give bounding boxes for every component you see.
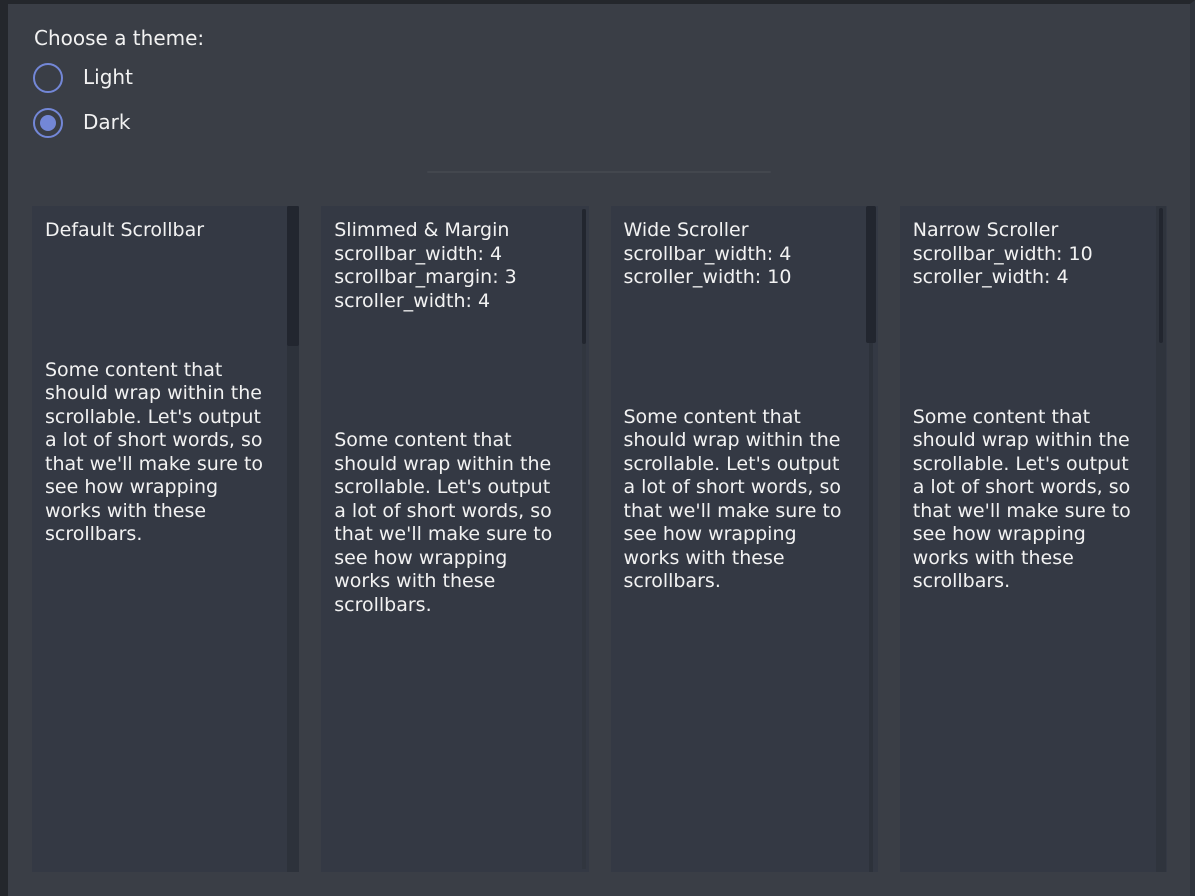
radio-label-light: Light [83, 66, 133, 90]
panel-title: Narrow Scroller [913, 219, 1141, 243]
panel-content: Some content that should wrap within the… [913, 406, 1141, 594]
theme-chooser-label: Choose a theme: [34, 26, 1190, 50]
radio-option-dark[interactable]: Dark [33, 108, 1190, 138]
radio-label-dark: Dark [83, 111, 130, 135]
panel-content: Some content that should wrap within the… [45, 359, 273, 547]
panel-title: Wide Scroller [624, 219, 852, 243]
radio-circle-icon [33, 63, 63, 93]
scroll-panel-wide-scroller[interactable]: Wide Scroller scrollbar_width: 4 scrolle… [611, 206, 878, 872]
panel-params: scrollbar_width: 4 scrollbar_margin: 3 s… [334, 243, 562, 314]
panel-params: scrollbar_width: 4 scroller_width: 10 [624, 243, 852, 290]
panel-title: Default Scrollbar [45, 219, 273, 243]
panel-content: Some content that should wrap within the… [334, 429, 562, 617]
scrollbar-thumb[interactable] [287, 206, 299, 346]
divider [427, 171, 771, 173]
radio-option-light[interactable]: Light [33, 63, 1190, 93]
radio-circle-icon [33, 108, 63, 138]
scrollbar-thumb[interactable] [866, 206, 876, 343]
scroll-panel-slimmed-margin[interactable]: Slimmed & Margin scrollbar_width: 4 scro… [321, 206, 588, 872]
panel-params: scrollbar_width: 10 scroller_width: 4 [913, 243, 1141, 290]
scrollbar-thumb[interactable] [1159, 208, 1163, 343]
panel-content: Some content that should wrap within the… [624, 406, 852, 594]
scroll-panel-narrow-scroller[interactable]: Narrow Scroller scrollbar_width: 10 scro… [900, 206, 1167, 872]
radio-dot-icon [40, 115, 56, 131]
panels-row: Default Scrollbar Some content that shou… [32, 206, 1167, 872]
scroll-panel-default[interactable]: Default Scrollbar Some content that shou… [32, 206, 299, 872]
panel-title: Slimmed & Margin [334, 219, 562, 243]
scrollbar-thumb[interactable] [582, 209, 586, 344]
